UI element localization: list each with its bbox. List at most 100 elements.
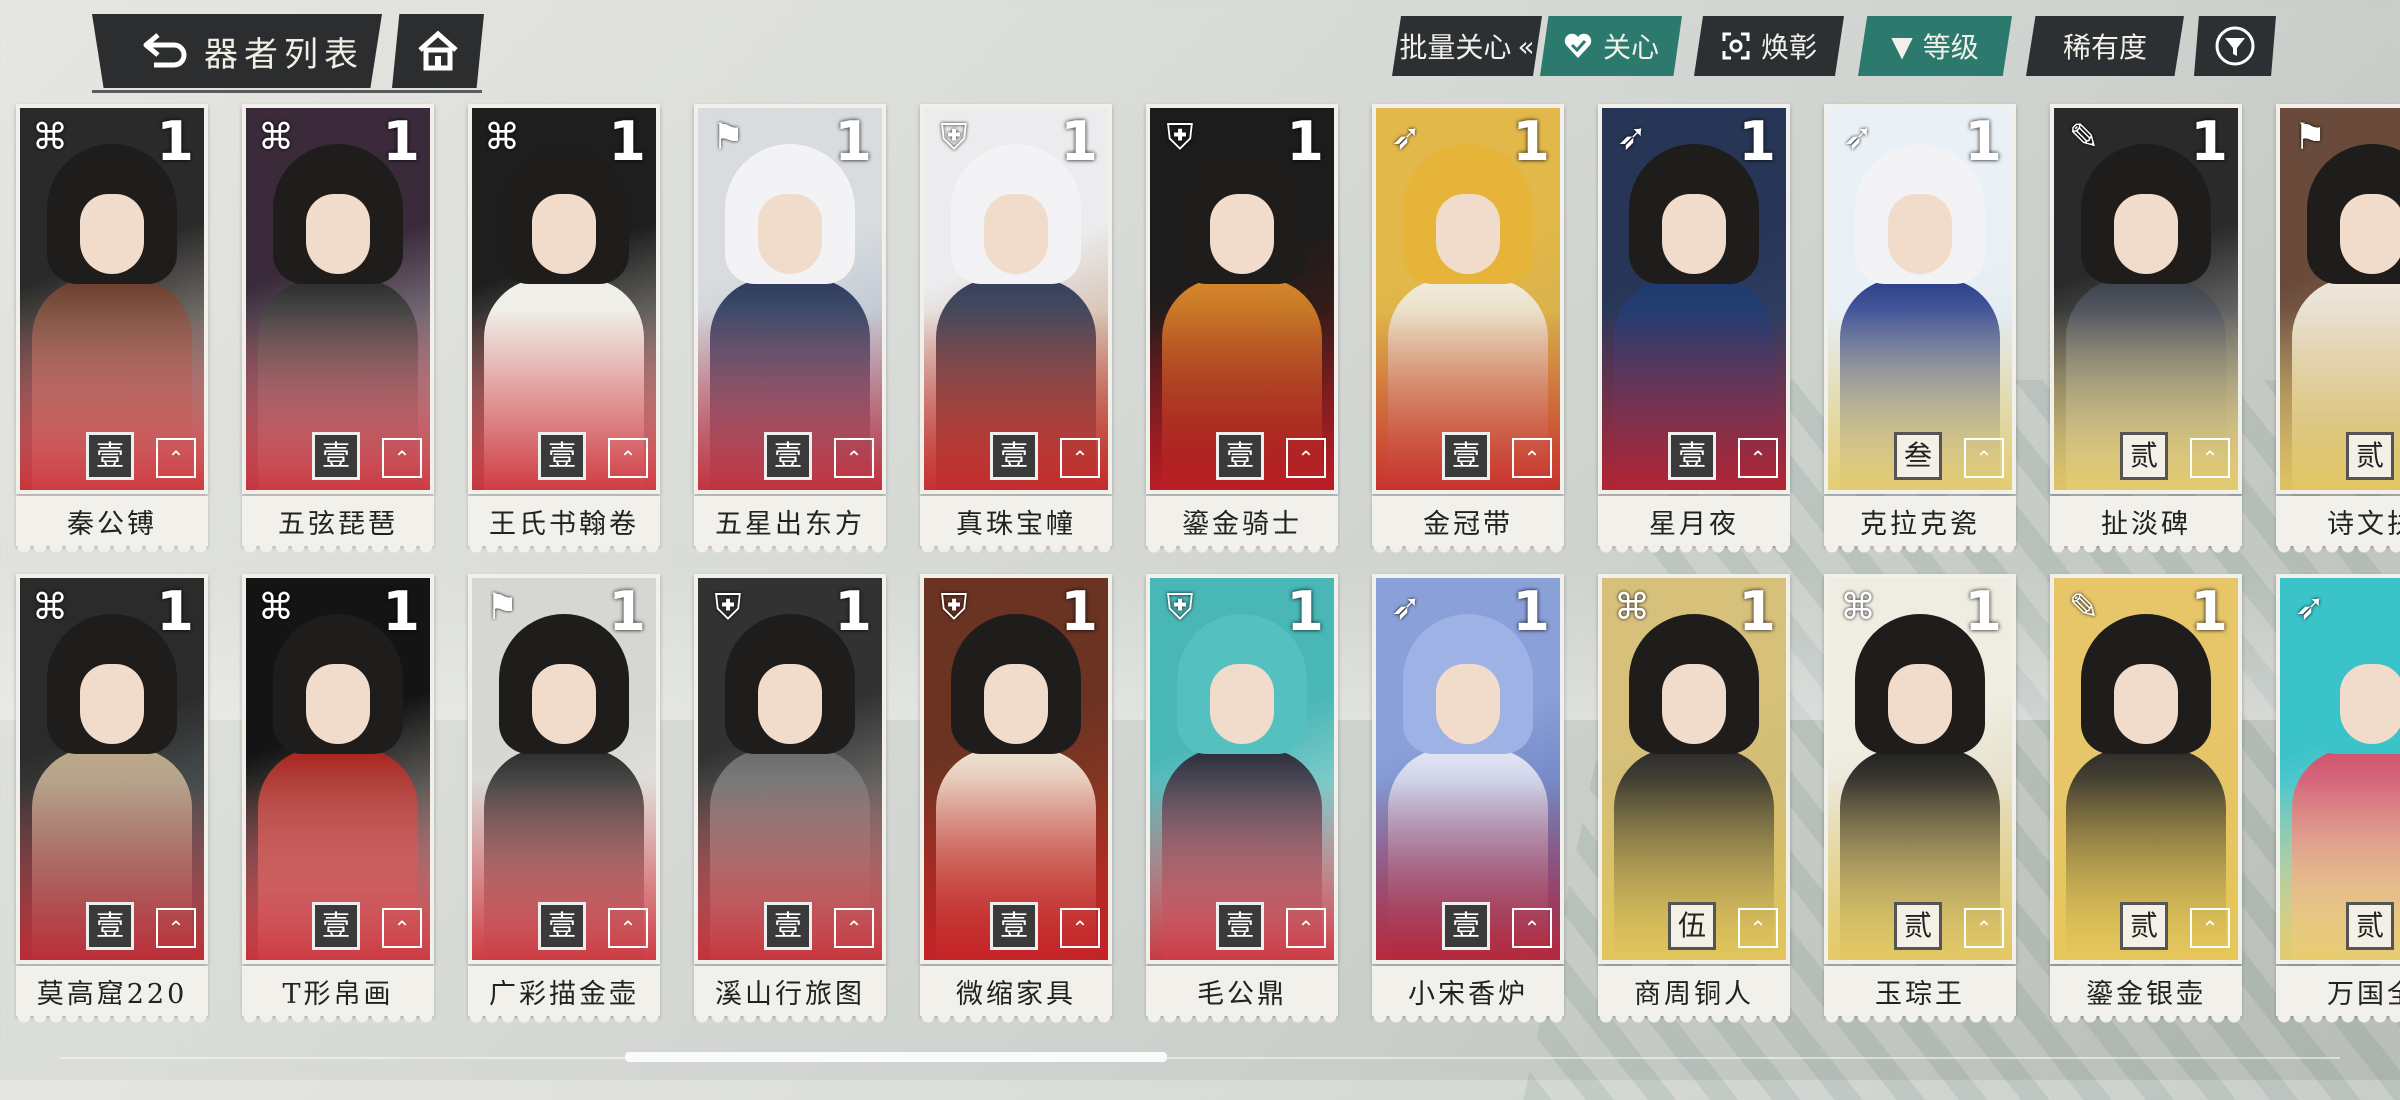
- rank-badge: 贰: [2346, 902, 2394, 950]
- sort-rarity-button[interactable]: 稀有度: [2026, 16, 2184, 76]
- rank-badge: 壹: [86, 902, 134, 950]
- character-card[interactable]: ⚑ 1 壹 ⌃ 广彩描金壶: [468, 574, 660, 1024]
- shield-icon: ⛨: [714, 587, 742, 628]
- shield-icon: ⛨: [940, 587, 968, 628]
- character-card[interactable]: ⚑ 1 壹 ⌃ 五星出东方: [694, 104, 886, 554]
- character-portrait: ⌘ 1 壹 ⌃: [246, 108, 430, 490]
- character-card[interactable]: ✎ 1 贰 ⌃ 鎏金银壶: [2050, 574, 2242, 1024]
- sort-level-button[interactable]: ▼ 等级: [1858, 16, 2012, 76]
- knot-icon: ⌘: [32, 117, 68, 158]
- character-card[interactable]: ⛨ 1 壹 ⌃ 毛公鼎: [1146, 574, 1338, 1024]
- flag-icon: ⚑: [2293, 117, 2327, 158]
- card-name: 广彩描金壶: [468, 966, 660, 1024]
- card-name: 商周铜人: [1598, 966, 1790, 1024]
- character-portrait: ➶1贰⌃: [2280, 578, 2400, 960]
- character-card[interactable]: ⛨ 1 壹 ⌃ 微缩家具: [920, 574, 1112, 1024]
- rank-badge: 壹: [538, 902, 586, 950]
- rank-badge: 壹: [538, 432, 586, 480]
- rank-badge: 壹: [1442, 902, 1490, 950]
- quill-icon: ✎: [2068, 587, 2100, 628]
- character-card[interactable]: ➶ 1 壹 ⌃ 星月夜: [1598, 104, 1790, 554]
- flag-icon: ⚑: [485, 587, 519, 628]
- rank-badge: 贰: [1894, 902, 1942, 950]
- rank-badge: 贰: [2346, 432, 2394, 480]
- shield-icon: ⛨: [940, 117, 968, 158]
- character-portrait: ➶ 1 壹 ⌃: [1602, 108, 1786, 490]
- card-level: 1: [1512, 110, 1550, 173]
- horizontal-scrollbar[interactable]: [625, 1052, 1167, 1062]
- character-card[interactable]: ⌘ 1 壹 ⌃ 莫高窟220: [16, 574, 208, 1024]
- character-card[interactable]: ➶ 1 叁 ⌃ 克拉克瓷: [1824, 104, 2016, 554]
- character-card[interactable]: ➶ 1 壹 ⌃ 小宋香炉: [1372, 574, 1564, 1024]
- batch-care-button[interactable]: 批量关心 «: [1392, 16, 1542, 76]
- rank-badge: 壹: [1668, 432, 1716, 480]
- filter-button[interactable]: [2194, 16, 2276, 76]
- character-portrait: ⛨ 1 壹 ⌃: [924, 108, 1108, 490]
- bond-icon: ⌃: [1738, 908, 1778, 948]
- character-card[interactable]: ⛨ 1 壹 ⌃ 鎏金骑士: [1146, 104, 1338, 554]
- character-card[interactable]: ⌘ 1 壹 ⌃ 五弦琵琶: [242, 104, 434, 554]
- card-name: 微缩家具: [920, 966, 1112, 1024]
- bond-icon: ⌃: [1738, 438, 1778, 478]
- card-name: 鎏金骑士: [1146, 496, 1338, 554]
- character-card[interactable]: ➶1贰⌃ 万国全: [2276, 574, 2400, 1024]
- batch-care-label: 批量关心: [1399, 31, 1512, 64]
- card-level: 1: [608, 580, 646, 643]
- character-card[interactable]: ⚑1贰⌃ 诗文扶: [2276, 104, 2400, 554]
- sort-level-label: 等级: [1922, 31, 1979, 64]
- rank-badge: 壹: [990, 432, 1038, 480]
- bond-icon: ⌃: [2190, 438, 2230, 478]
- card-name: 溪山行旅图: [694, 966, 886, 1024]
- home-icon: [418, 30, 458, 71]
- character-portrait: ⌘ 1 伍 ⌃: [1602, 578, 1786, 960]
- character-card[interactable]: ⌘ 1 壹 ⌃ 秦公镈: [16, 104, 208, 554]
- character-card[interactable]: ⌘ 1 伍 ⌃ 商周铜人: [1598, 574, 1790, 1024]
- character-portrait: ✎ 1 贰 ⌃: [2054, 108, 2238, 490]
- card-level: 1: [1512, 580, 1550, 643]
- rank-badge: 壹: [86, 432, 134, 480]
- rank-badge: 叁: [1894, 432, 1942, 480]
- knot-icon: ⌘: [484, 117, 520, 158]
- double-chevron-left-icon: «: [1517, 29, 1535, 63]
- character-card[interactable]: ➶ 1 壹 ⌃ 金冠带: [1372, 104, 1564, 554]
- character-card[interactable]: ✎ 1 贰 ⌃ 扯淡碑: [2050, 104, 2242, 554]
- bow-icon: ➶: [1616, 117, 1648, 158]
- rank-badge: 贰: [2120, 432, 2168, 480]
- character-card[interactable]: ⌘ 1 贰 ⌃ 玉琮王: [1824, 574, 2016, 1024]
- bond-icon: ⌃: [1286, 438, 1326, 478]
- title-underline: [92, 90, 482, 93]
- card-level: 1: [1286, 580, 1324, 643]
- card-name: 金冠带: [1372, 496, 1564, 554]
- rank-badge: 壹: [764, 432, 812, 480]
- back-title-button[interactable]: 器者列表: [92, 14, 382, 88]
- rank-badge: 壹: [1216, 432, 1264, 480]
- card-name: 五星出东方: [694, 496, 886, 554]
- card-name: 王氏书翰卷: [468, 496, 660, 554]
- care-button[interactable]: 关心: [1540, 16, 1682, 76]
- card-name: 毛公鼎: [1146, 966, 1338, 1024]
- character-portrait: ⚑ 1 壹 ⌃: [472, 578, 656, 960]
- character-portrait: ⌘ 1 壹 ⌃: [20, 578, 204, 960]
- card-name: T形帛画: [242, 966, 434, 1024]
- frame-focus-icon: [1722, 32, 1750, 60]
- bond-icon: ⌃: [1964, 908, 2004, 948]
- character-card[interactable]: ⌘ 1 壹 ⌃ 王氏书翰卷: [468, 104, 660, 554]
- back-arrow-icon: [143, 33, 187, 68]
- bond-icon: ⌃: [834, 438, 874, 478]
- bond-icon: ⌃: [1512, 438, 1552, 478]
- character-card[interactable]: ⌘ 1 壹 ⌃ T形帛画: [242, 574, 434, 1024]
- character-portrait: ⚑1贰⌃: [2280, 108, 2400, 490]
- bond-icon: ⌃: [382, 908, 422, 948]
- page-title: 器者列表: [204, 34, 364, 75]
- character-card[interactable]: ⛨ 1 壹 ⌃ 真珠宝幢: [920, 104, 1112, 554]
- home-button[interactable]: [392, 14, 484, 88]
- bond-icon: ⌃: [1964, 438, 2004, 478]
- character-portrait: ⌘ 1 贰 ⌃: [1828, 578, 2012, 960]
- card-name: 万国全: [2276, 966, 2400, 1024]
- rank-badge: 壹: [990, 902, 1038, 950]
- rank-badge: 贰: [2120, 902, 2168, 950]
- character-card[interactable]: ⛨ 1 壹 ⌃ 溪山行旅图: [694, 574, 886, 1024]
- rank-badge: 壹: [312, 432, 360, 480]
- huanzhang-button[interactable]: 焕彰: [1694, 16, 1844, 76]
- character-portrait: ⌘ 1 壹 ⌃: [20, 108, 204, 490]
